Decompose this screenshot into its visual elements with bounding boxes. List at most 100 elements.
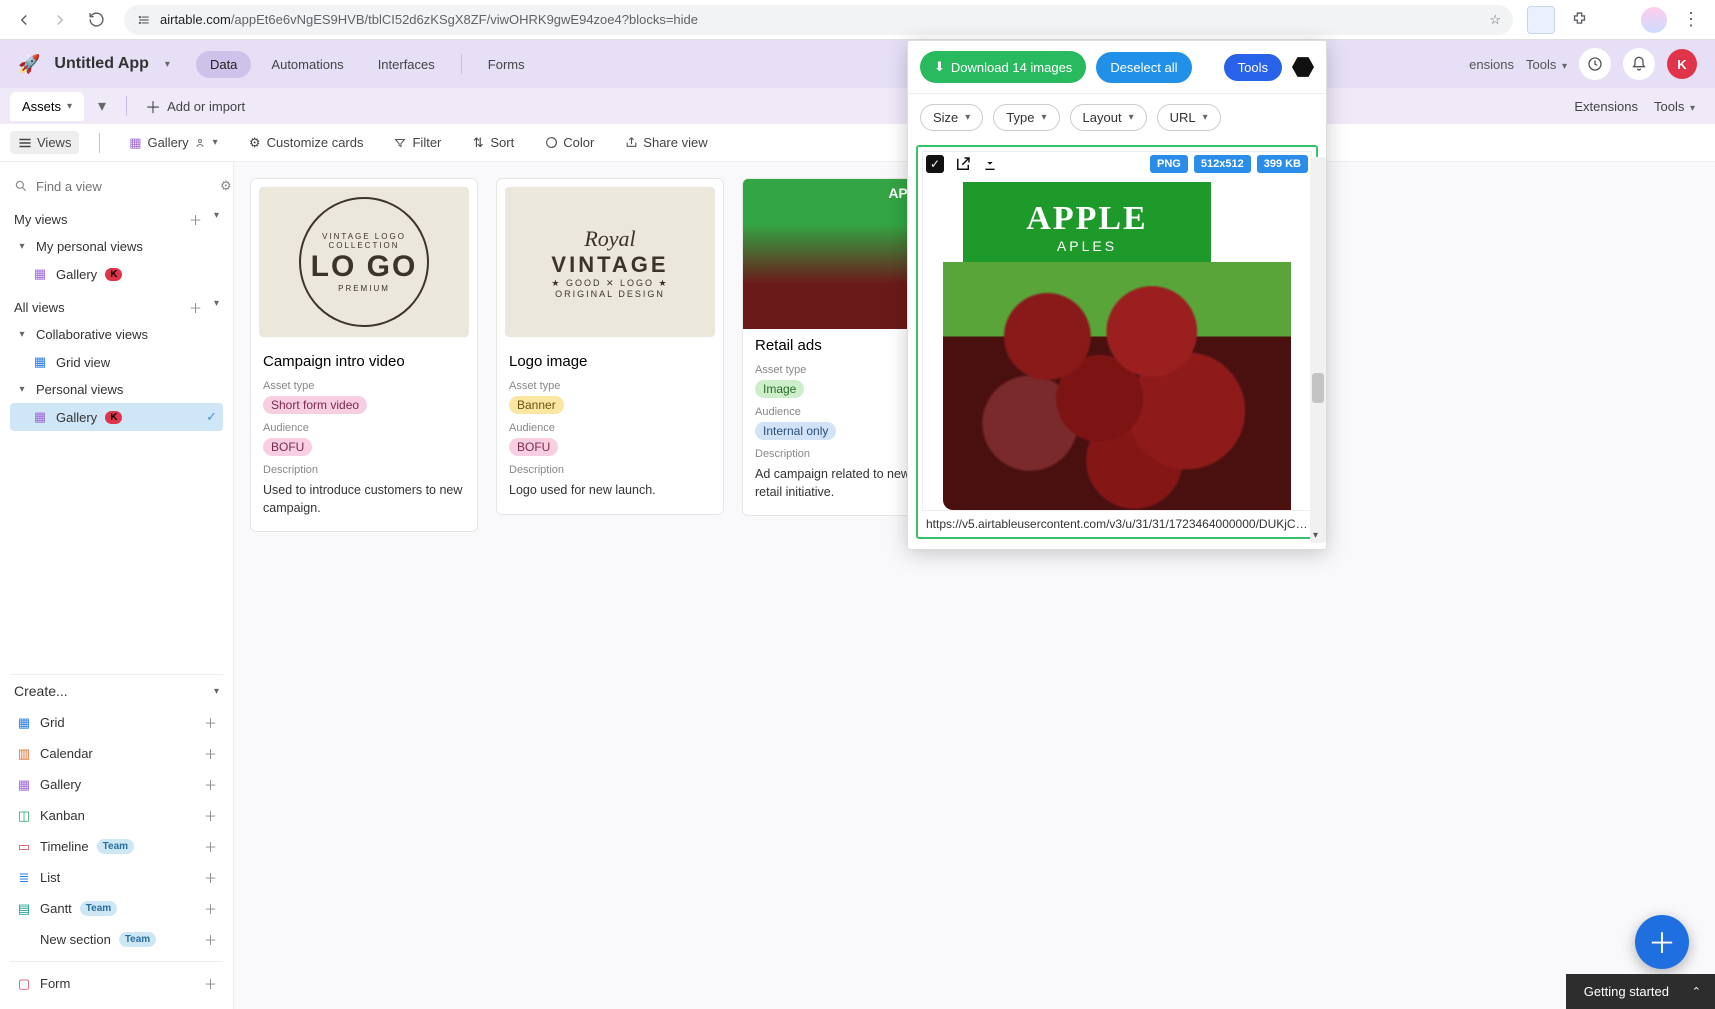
audience-pill: Internal only: [755, 422, 836, 440]
download-button[interactable]: ⬇Download 14 images: [920, 51, 1086, 83]
plus-icon[interactable]: ＋: [204, 974, 217, 993]
chrome-more-icon[interactable]: [1603, 6, 1631, 34]
table-tab-dropdown-icon[interactable]: ▾: [86, 96, 118, 116]
share-icon: [624, 136, 638, 150]
add-record-fab[interactable]: ＋: [1635, 915, 1689, 969]
add-view-icon[interactable]: ＋: [189, 210, 202, 229]
open-external-icon[interactable]: [954, 155, 972, 173]
all-views-header[interactable]: All views ＋▾: [10, 288, 223, 321]
sidebar-item-gallery-active[interactable]: ▦ Gallery K ✓: [10, 403, 223, 431]
plus-icon[interactable]: ＋: [204, 775, 217, 794]
create-kanban[interactable]: ◫Kanban＋: [10, 800, 223, 831]
hex-icon[interactable]: [1292, 56, 1314, 78]
my-personal-views-toggle[interactable]: ▾My personal views: [10, 233, 223, 260]
filter-button[interactable]: Filter: [385, 131, 449, 154]
star-icon[interactable]: ☆: [1489, 12, 1501, 28]
chrome-menu-icon[interactable]: ⋮: [1677, 6, 1705, 34]
gallery-card[interactable]: Royal VINTAGE ★ GOOD ✕ LOGO ★ ORIGINAL D…: [496, 178, 724, 515]
grid-icon: ▦: [32, 354, 48, 370]
reload-icon[interactable]: [82, 6, 110, 34]
plus-icon[interactable]: ＋: [204, 868, 217, 887]
chevron-up-icon[interactable]: ⌃: [1692, 985, 1701, 998]
color-button[interactable]: Color: [536, 131, 602, 154]
app-title[interactable]: Untitled App: [54, 55, 149, 73]
nav-forward-icon[interactable]: [46, 6, 74, 34]
add-import-button[interactable]: ＋Add or import: [135, 94, 255, 118]
sidebar-item-grid-view[interactable]: ▦ Grid view: [10, 348, 223, 376]
filter-url[interactable]: URL▾: [1157, 104, 1221, 131]
plus-icon[interactable]: ＋: [204, 899, 217, 918]
gallery-view-button[interactable]: ▦Gallery ▾: [120, 131, 225, 154]
scroll-thumb[interactable]: [1312, 373, 1324, 403]
create-grid[interactable]: ▦Grid＋: [10, 707, 223, 738]
gallery-card[interactable]: VINTAGE LOGO COLLECTION LO GO PREMIUM Ca…: [250, 178, 478, 532]
gear-icon[interactable]: ⚙: [220, 178, 232, 194]
gallery-icon: ▦: [16, 777, 32, 793]
plus-icon[interactable]: ＋: [204, 930, 217, 949]
create-new-section[interactable]: New sectionTeam＋: [10, 924, 223, 955]
create-toggle[interactable]: Create...▾: [10, 674, 223, 707]
chevron-down-icon[interactable]: ▾: [214, 298, 219, 317]
deselect-all-button[interactable]: Deselect all: [1096, 52, 1191, 83]
personal-views-toggle[interactable]: ▾Personal views: [10, 376, 223, 403]
tools-dropdown[interactable]: Tools ▾: [1654, 99, 1695, 114]
image-text: APPLE: [1026, 200, 1147, 238]
download-extension-icon[interactable]: [1527, 6, 1555, 34]
site-settings-icon[interactable]: [136, 12, 152, 28]
find-view-input[interactable]: [36, 179, 212, 194]
create-list[interactable]: ≣List＋: [10, 862, 223, 893]
filter-size[interactable]: Size▾: [920, 104, 983, 131]
sort-button[interactable]: ⇅Sort: [463, 131, 522, 154]
extensions-icon[interactable]: [1565, 6, 1593, 34]
sidebar-item-gallery-personal[interactable]: ▦ Gallery K: [10, 260, 223, 288]
scroll-down-icon[interactable]: ▾: [1313, 530, 1318, 541]
image-result-card[interactable]: ✓ PNG 512x512 399 KB APPLE APLES: [916, 145, 1318, 539]
notifications-icon[interactable]: [1623, 48, 1655, 80]
plus-icon[interactable]: ＋: [204, 744, 217, 763]
header-tools-text[interactable]: Tools ▾: [1526, 57, 1567, 72]
create-calendar[interactable]: ▥Calendar＋: [10, 738, 223, 769]
create-list: ▦Grid＋ ▥Calendar＋ ▦Gallery＋ ◫Kanban＋ ▭Ti…: [10, 707, 223, 999]
add-view-icon[interactable]: ＋: [189, 298, 202, 317]
create-gallery[interactable]: ▦Gallery＋: [10, 769, 223, 800]
create-form[interactable]: ▢Form＋: [10, 968, 223, 999]
getting-started-bar[interactable]: Getting started ⌃: [1566, 974, 1715, 1009]
filter-type[interactable]: Type▾: [993, 104, 1059, 131]
plus-icon[interactable]: ＋: [204, 837, 217, 856]
image-url-field[interactable]: [922, 511, 1312, 531]
app-title-caret-icon[interactable]: ▾: [165, 59, 170, 70]
share-view-button[interactable]: Share view: [616, 131, 715, 154]
history-icon[interactable]: [1579, 48, 1611, 80]
collaborative-views-toggle[interactable]: ▾Collaborative views: [10, 321, 223, 348]
image-text: APLES: [1057, 238, 1117, 254]
header-extensions-text[interactable]: ensions: [1469, 57, 1514, 72]
my-views-header[interactable]: My views ＋▾: [10, 200, 223, 233]
profile-avatar[interactable]: [1641, 7, 1667, 33]
tab-data[interactable]: Data: [196, 51, 251, 78]
create-gantt[interactable]: ▤GanttTeam＋: [10, 893, 223, 924]
chevron-down-icon[interactable]: ▾: [214, 210, 219, 229]
tab-interfaces[interactable]: Interfaces: [364, 51, 449, 78]
url-bar[interactable]: airtable.com/appEt6e6vNgES9HVB/tblCI52d6…: [124, 5, 1513, 35]
views-button[interactable]: Views: [10, 131, 79, 154]
download-icon[interactable]: [982, 155, 998, 173]
nav-back-icon[interactable]: [10, 6, 38, 34]
create-timeline[interactable]: ▭TimelineTeam＋: [10, 831, 223, 862]
plus-icon[interactable]: ＋: [204, 713, 217, 732]
user-avatar[interactable]: K: [1667, 49, 1697, 79]
table-tab-assets[interactable]: Assets ▾: [10, 92, 84, 121]
plus-icon[interactable]: ＋: [204, 806, 217, 825]
customize-cards-button[interactable]: ⚙Customize cards: [240, 131, 372, 154]
tools-button[interactable]: Tools: [1224, 54, 1282, 81]
tab-forms[interactable]: Forms: [474, 51, 539, 78]
checkbox-icon[interactable]: ✓: [926, 155, 944, 173]
scrollbar[interactable]: ▴ ▾: [1310, 157, 1326, 543]
asset-type-pill: Banner: [509, 396, 564, 414]
audience-pill: BOFU: [263, 438, 312, 456]
search-icon: [14, 179, 28, 193]
filter-layout[interactable]: Layout▾: [1070, 104, 1147, 131]
asset-type-pill: Image: [755, 380, 804, 398]
card-title: Logo image: [509, 353, 711, 370]
extensions-link[interactable]: Extensions: [1574, 99, 1638, 114]
tab-automations[interactable]: Automations: [257, 51, 357, 78]
